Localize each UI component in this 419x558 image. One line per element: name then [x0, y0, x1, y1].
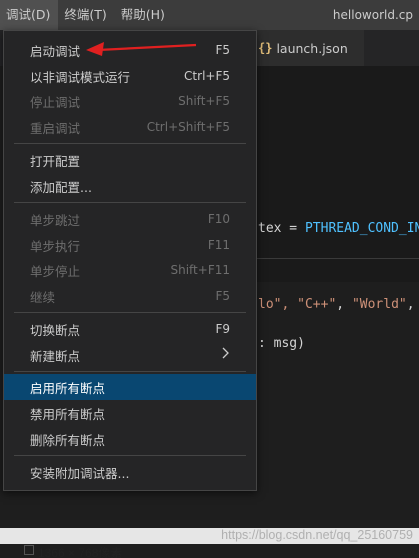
menu-debug[interactable]: 调试(D)	[0, 0, 59, 30]
menu-item-add-configuration[interactable]: 添加配置...	[4, 173, 256, 199]
editor-divider	[254, 258, 419, 259]
menu-help[interactable]: 帮助(H)	[115, 0, 173, 30]
menu-item-step-over[interactable]: 单步跳过 F10	[4, 206, 256, 232]
menu-item-run-without-debugging[interactable]: 以非调试模式运行 Ctrl+F5	[4, 63, 256, 89]
tab-launch-json[interactable]: {} launch.json	[254, 30, 364, 66]
menu-item-continue[interactable]: 继续 F5	[4, 283, 256, 309]
screen-size-icon	[24, 545, 34, 555]
tab-label: launch.json	[276, 40, 348, 56]
menu-item-enable-all-breakpoints[interactable]: 启用所有断点	[4, 374, 256, 400]
menu-item-toggle-breakpoint[interactable]: 切换断点 F9	[4, 316, 256, 342]
menu-item-stop-debugging[interactable]: 停止调试 Shift+F5	[4, 88, 256, 114]
menu-item-open-configurations[interactable]: 打开配置	[4, 147, 256, 173]
menu-item-step-out[interactable]: 单步停止 Shift+F11	[4, 257, 256, 283]
status-text: 1366 × 768像素	[38, 546, 123, 558]
menu-item-disable-all-breakpoints[interactable]: 禁用所有断点	[4, 400, 256, 426]
menu-bar: 调试(D) 终端(T) 帮助(H) helloworld.cp	[0, 0, 419, 30]
editor-panel	[254, 66, 419, 282]
debug-menu-dropdown: 启动调试 F5 以非调试模式运行 Ctrl+F5 停止调试 Shift+F5 重启调试…	[3, 30, 257, 491]
menu-item-remove-all-breakpoints[interactable]: 删除所有断点	[4, 426, 256, 452]
red-arrow-annotation	[86, 42, 197, 56]
menu-item-step-into[interactable]: 单步执行 F11	[4, 232, 256, 258]
code-line-3[interactable]: : msg)	[258, 336, 305, 351]
menu-separator	[14, 312, 246, 313]
menu-separator	[14, 455, 246, 456]
menu-separator	[14, 371, 246, 372]
menu-item-new-breakpoint[interactable]: 新建断点	[4, 342, 256, 368]
menu-terminal[interactable]: 终端(T)	[58, 0, 114, 30]
chevron-right-icon	[222, 347, 230, 363]
menu-item-restart-debugging[interactable]: 重启调试 Ctrl+Shift+F5	[4, 114, 256, 140]
code-line-1[interactable]: tex = PTHREAD_COND_INI	[258, 221, 419, 236]
json-file-icon: {}	[258, 41, 273, 55]
window-title: helloworld.cp	[332, 8, 413, 22]
menu-item-install-additional-debuggers[interactable]: 安装附加调试器...	[4, 459, 256, 485]
code-line-2[interactable]: lo", "C++", "World",	[258, 297, 415, 312]
watermark-text: https://blog.csdn.net/qq_25160759	[221, 528, 413, 542]
menu-separator	[14, 202, 246, 203]
menu-separator	[14, 143, 246, 144]
